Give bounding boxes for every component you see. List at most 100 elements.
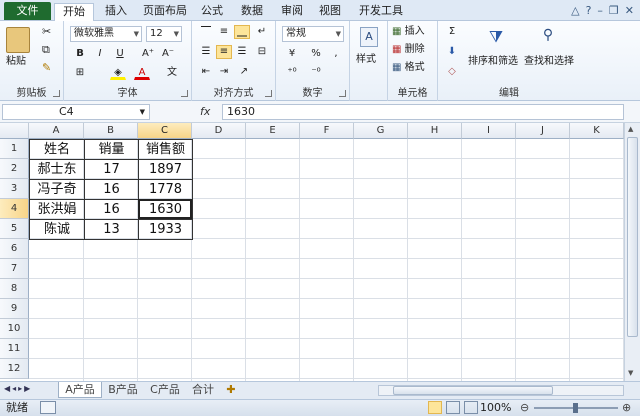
row-header-11[interactable]: 11 bbox=[0, 339, 29, 359]
copy-icon[interactable]: ⧉ bbox=[42, 43, 50, 57]
insert-sheet-icon[interactable]: ✚ bbox=[222, 382, 240, 398]
column-header-j[interactable]: J bbox=[516, 123, 570, 139]
column-header-b[interactable]: B bbox=[84, 123, 138, 139]
currency-icon[interactable]: ¥ bbox=[284, 47, 300, 61]
zoom-slider-thumb[interactable] bbox=[573, 403, 578, 413]
row-header-12[interactable]: 12 bbox=[0, 359, 29, 379]
format-painter-icon[interactable]: ✎ bbox=[42, 61, 51, 75]
clear-icon[interactable]: ◇ bbox=[444, 65, 460, 79]
align-right-icon[interactable]: ☰ bbox=[234, 45, 250, 59]
row-header-5[interactable]: 5 bbox=[0, 219, 29, 239]
underline-icon[interactable]: U bbox=[112, 47, 128, 61]
delete-cells-button[interactable]: ▦ 删除 bbox=[392, 43, 425, 57]
tab-developer[interactable]: 开发工具 bbox=[354, 3, 408, 21]
tab-review[interactable]: 审阅 bbox=[276, 3, 308, 21]
decrease-decimal-icon[interactable]: ⁻⁰ bbox=[308, 66, 324, 80]
select-all-corner[interactable] bbox=[0, 123, 29, 139]
font-color-icon[interactable]: A bbox=[134, 66, 150, 80]
cell-b5[interactable]: 13 bbox=[84, 219, 139, 240]
cell-c3[interactable]: 1778 bbox=[138, 179, 193, 200]
borders-icon[interactable]: ⊞ bbox=[72, 66, 88, 80]
cell-a3[interactable]: 冯子奇 bbox=[29, 179, 85, 200]
collapse-ribbon-icon[interactable]: △ bbox=[571, 4, 579, 18]
sheet-nav-icons[interactable]: ◀◂▸▶ bbox=[4, 384, 32, 393]
cell-c2[interactable]: 1897 bbox=[138, 159, 193, 180]
grow-font-icon[interactable]: A⁺ bbox=[140, 47, 156, 61]
help-icon[interactable]: ? bbox=[586, 4, 592, 18]
merge-center-icon[interactable]: ⊟ bbox=[254, 45, 270, 59]
scroll-down-icon[interactable]: ▼ bbox=[628, 369, 633, 377]
row-header-6[interactable]: 6 bbox=[0, 239, 29, 259]
sheet-tab-total[interactable]: 合计 bbox=[186, 382, 220, 398]
insert-function-button[interactable]: fx bbox=[200, 104, 220, 120]
increase-decimal-icon[interactable]: ⁺⁰ bbox=[284, 66, 300, 80]
row-header-1[interactable]: 1 bbox=[0, 139, 29, 159]
font-family-combo[interactable]: 微软雅黑 ▼ bbox=[70, 26, 142, 42]
binoculars-icon[interactable]: ⚲ bbox=[538, 27, 558, 47]
decrease-indent-icon[interactable]: ⇤ bbox=[198, 65, 214, 79]
fill-color-icon[interactable]: ◈ bbox=[110, 66, 126, 80]
row-header-2[interactable]: 2 bbox=[0, 159, 29, 179]
sheet-tab-c[interactable]: C产品 bbox=[144, 382, 186, 398]
column-header-d[interactable]: D bbox=[192, 123, 246, 139]
sheet-tab-b[interactable]: B产品 bbox=[102, 382, 144, 398]
column-header-h[interactable]: H bbox=[408, 123, 462, 139]
tab-formulas[interactable]: 公式 bbox=[196, 3, 228, 21]
row-header-3[interactable]: 3 bbox=[0, 179, 29, 199]
column-header-i[interactable]: I bbox=[462, 123, 516, 139]
row-header-4[interactable]: 4 bbox=[0, 199, 29, 219]
number-launcher-icon[interactable] bbox=[339, 90, 346, 97]
cell-a4[interactable]: 张洪娟 bbox=[29, 199, 85, 220]
row-header-8[interactable]: 8 bbox=[0, 279, 29, 299]
row-header-7[interactable]: 7 bbox=[0, 259, 29, 279]
row-header-10[interactable]: 10 bbox=[0, 319, 29, 339]
tab-page-layout[interactable]: 页面布局 bbox=[138, 3, 192, 21]
sheet-tab-a[interactable]: A产品 bbox=[58, 382, 102, 398]
orientation-icon[interactable]: ↗ bbox=[236, 65, 252, 79]
file-tab[interactable]: 文件 bbox=[4, 2, 51, 20]
autosum-icon[interactable]: Σ bbox=[444, 25, 460, 39]
styles-icon[interactable]: A bbox=[360, 27, 378, 47]
clipboard-launcher-icon[interactable] bbox=[53, 90, 60, 97]
alignment-launcher-icon[interactable] bbox=[265, 90, 272, 97]
sort-filter-button[interactable]: 排序和筛选 bbox=[468, 55, 518, 69]
find-select-button[interactable]: 查找和选择 bbox=[524, 55, 574, 69]
column-header-g[interactable]: G bbox=[354, 123, 408, 139]
zoom-out-icon[interactable]: ⊖ bbox=[520, 400, 529, 416]
normal-view-icon[interactable] bbox=[428, 401, 442, 414]
fill-icon[interactable]: ⬇ bbox=[444, 45, 460, 59]
macro-record-icon[interactable] bbox=[40, 401, 56, 414]
shrink-font-icon[interactable]: A⁻ bbox=[160, 47, 176, 61]
column-header-c[interactable]: C bbox=[138, 123, 192, 139]
page-break-view-icon[interactable] bbox=[464, 401, 478, 414]
restore-icon[interactable]: ❐ bbox=[609, 4, 619, 18]
styles-button[interactable]: 样式 bbox=[356, 53, 376, 67]
formula-input[interactable]: 1630 bbox=[222, 104, 624, 120]
format-cells-button[interactable]: ▦ 格式 bbox=[392, 61, 425, 75]
cell-c1[interactable]: 销售额 bbox=[138, 139, 193, 160]
cell-b4[interactable]: 16 bbox=[84, 199, 139, 220]
increase-indent-icon[interactable]: ⇥ bbox=[216, 65, 232, 79]
tab-data[interactable]: 数据 bbox=[236, 3, 268, 21]
italic-icon[interactable]: I bbox=[92, 47, 108, 61]
tab-view[interactable]: 视图 bbox=[314, 3, 346, 21]
paste-button[interactable]: 粘贴 bbox=[6, 55, 26, 69]
cell-b3[interactable]: 16 bbox=[84, 179, 139, 200]
minimize-icon[interactable]: – bbox=[597, 4, 603, 18]
font-launcher-icon[interactable] bbox=[181, 90, 188, 97]
phonetic-icon[interactable]: 文 bbox=[164, 66, 180, 80]
align-center-icon[interactable]: ≡ bbox=[216, 45, 232, 59]
cell-a5[interactable]: 陈诚 bbox=[29, 219, 85, 240]
row-header-9[interactable]: 9 bbox=[0, 299, 29, 319]
column-header-e[interactable]: E bbox=[246, 123, 300, 139]
wrap-text-icon[interactable]: ↵ bbox=[254, 25, 270, 39]
tab-insert[interactable]: 插入 bbox=[98, 3, 134, 21]
bold-icon[interactable]: B bbox=[72, 47, 88, 61]
insert-cells-button[interactable]: ▦ 插入 bbox=[392, 25, 425, 39]
scroll-up-icon[interactable]: ▲ bbox=[628, 125, 633, 133]
column-header-a[interactable]: A bbox=[29, 123, 84, 139]
align-top-icon[interactable]: ⎺ bbox=[198, 25, 214, 39]
cell-a1[interactable]: 姓名 bbox=[29, 139, 85, 160]
percent-button[interactable]: % bbox=[308, 47, 324, 61]
comma-button[interactable]: , bbox=[328, 47, 344, 61]
